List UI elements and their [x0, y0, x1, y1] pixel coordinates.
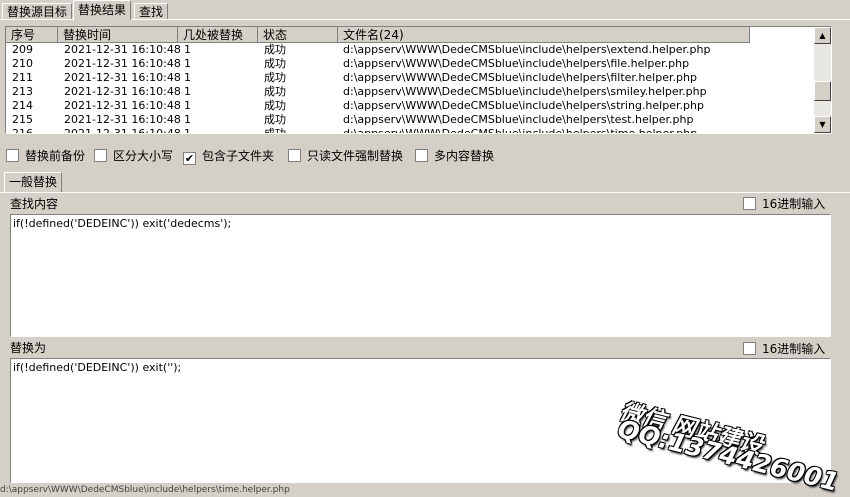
cell-count: 1 [184, 71, 191, 84]
table-row[interactable]: 216 2021-12-31 16:10:481 成功 d:\appserv\WWW\… [6, 127, 814, 133]
cell-index: 211 [12, 71, 33, 84]
cell-filename: d:\appserv\WWW\DedeCMSblue\include\helpe… [343, 43, 711, 56]
option-multi-content[interactable]: 多内容替换 [415, 148, 494, 164]
cell-status: 成功 [264, 113, 286, 126]
tab-find[interactable]: 查找 [134, 3, 169, 20]
checkbox-icon[interactable] [743, 342, 756, 355]
cell-status: 成功 [264, 127, 286, 133]
status-bar: d:\appserv\WWW\DedeCMSblue\include\helpe… [0, 485, 290, 495]
replace-label: 替换为 [10, 341, 47, 355]
option-case-sensitive[interactable]: 区分大小写 [94, 148, 173, 164]
cell-filename: d:\appserv\WWW\DedeCMSblue\include\helpe… [343, 71, 697, 84]
checkbox-icon[interactable] [6, 149, 19, 162]
table-row[interactable]: 209 2021-12-31 16:10:48 1 成功 d:\appserv\WWW\… [6, 43, 814, 57]
scroll-up-icon[interactable]: ▲ [814, 27, 831, 44]
cell-filename: d:\appserv\WWW\DedeCMSblue\include\helpe… [343, 99, 704, 112]
scroll-down-icon[interactable]: ▼ [814, 116, 831, 133]
find-hex-option[interactable]: 16进制输入 [743, 197, 825, 211]
cell-filename: d:\appserv\WWW\DedeCMSblue\include\helpe… [343, 113, 694, 126]
hex-label: 16进制输入 [762, 342, 826, 356]
table-row[interactable]: 211 2021-12-31 16:10:48 1 成功 d:\appserv\WWW\… [6, 71, 814, 85]
cell-count: 1 [184, 127, 191, 133]
tab-replace-source[interactable]: 替换源目标 [2, 3, 73, 20]
cell-time: 2021-12-31 16:10:48 [64, 57, 181, 70]
tab-general-replace[interactable]: 一般替换 [4, 172, 63, 193]
cell-status: 成功 [264, 43, 286, 56]
options-row: 替换前备份 区分大小写 ✔ 包含子文件夹 只读文件强制替换 多内容替换 [6, 148, 846, 165]
option-force-readonly[interactable]: 只读文件强制替换 [288, 148, 403, 164]
cell-index: 214 [12, 99, 33, 112]
checkbox-icon[interactable]: ✔ [183, 152, 196, 165]
table-row[interactable]: 215 2021-12-31 16:10:48 1 成功 d:\appserv\WWW\… [6, 113, 814, 127]
top-tab-strip: 替换源目标 替换结果 查找 [0, 0, 850, 20]
option-label: 只读文件强制替换 [307, 149, 404, 163]
cell-status: 成功 [264, 85, 286, 98]
checkbox-icon[interactable] [743, 197, 756, 210]
cell-time: 2021-12-31 16:10:48 [64, 113, 181, 126]
table-row[interactable]: 214 2021-12-31 16:10:48 1 成功 d:\appserv\WWW\… [6, 99, 814, 113]
cell-filename: d:\appserv\WWW\DedeCMSblue\include\helpe… [343, 85, 707, 98]
list-header: 序号 替换时间 几处被替换 状态 文件名(24) [6, 27, 814, 43]
cell-count: 1 [184, 57, 191, 70]
cell-count: 1 [184, 43, 191, 56]
cell-count: 1 [184, 113, 191, 126]
cell-time: 2021-12-31 16:10:48 [64, 71, 181, 84]
option-label: 包含子文件夹 [202, 149, 275, 163]
cell-filename: d:\appserv\WWW\DedeCMSblue\include\helpe… [343, 57, 690, 70]
cell-index: 215 [12, 113, 33, 126]
option-include-subfolders[interactable]: ✔ 包含子文件夹 [183, 148, 275, 165]
subtab-divider [0, 192, 850, 193]
tab-replace-results[interactable]: 替换结果 [73, 0, 132, 20]
cell-index: 213 [12, 85, 33, 98]
column-header-status[interactable]: 状态 [258, 27, 338, 43]
find-label: 查找内容 [10, 197, 59, 211]
table-row[interactable]: 210 2021-12-31 16:10:48 1 成功 d:\appserv\WWW\… [6, 57, 814, 71]
option-label: 替换前备份 [25, 149, 86, 163]
vertical-scrollbar[interactable]: ▲ ▼ [814, 27, 831, 133]
cell-status: 成功 [264, 99, 286, 112]
cell-time: 2021-12-31 16:10:48 [64, 127, 181, 133]
table-row[interactable]: 213 2021-12-31 16:10:48 1 成功 d:\appserv\WWW\… [6, 85, 814, 99]
cell-time: 2021-12-31 16:10:48 [64, 85, 181, 98]
cell-index: 209 [12, 43, 33, 56]
cell-time: 2021-12-31 16:10:48 [64, 43, 181, 56]
cell-count: 1 [184, 99, 191, 112]
cell-index: 210 [12, 57, 33, 70]
cell-time: 2021-12-31 16:10:48 [64, 99, 181, 112]
cell-count: 1 [184, 85, 191, 98]
replace-hex-option[interactable]: 16进制输入 [743, 342, 825, 356]
cell-status: 成功 [264, 57, 286, 70]
column-header-time[interactable]: 替换时间 [58, 27, 178, 43]
checkbox-icon[interactable] [288, 149, 301, 162]
cell-filename: d:\appserv\WWW\DedeCMSblue\include\helpe… [343, 127, 697, 133]
cell-status: 成功 [264, 71, 286, 84]
option-backup[interactable]: 替换前备份 [6, 148, 85, 164]
checkbox-icon[interactable] [94, 149, 107, 162]
cell-index: 216 [12, 127, 33, 133]
hex-label: 16进制输入 [762, 197, 826, 211]
checkbox-icon[interactable] [415, 149, 428, 162]
option-label: 多内容替换 [434, 149, 495, 163]
column-header-count[interactable]: 几处被替换 [178, 27, 258, 43]
column-header-index[interactable]: 序号 [6, 27, 58, 43]
find-textarea[interactable]: if(!defined('DEDEINC')) exit('dedecms'); [10, 214, 831, 337]
scroll-thumb[interactable] [814, 81, 831, 101]
list-rows: 209 2021-12-31 16:10:48 1 成功 d:\appserv\WWW\… [6, 43, 814, 133]
column-header-filename[interactable]: 文件名(24) [338, 27, 750, 43]
option-label: 区分大小写 [113, 149, 174, 163]
results-list[interactable]: 序号 替换时间 几处被替换 状态 文件名(24) 209 2021-12-31 1… [5, 26, 832, 134]
